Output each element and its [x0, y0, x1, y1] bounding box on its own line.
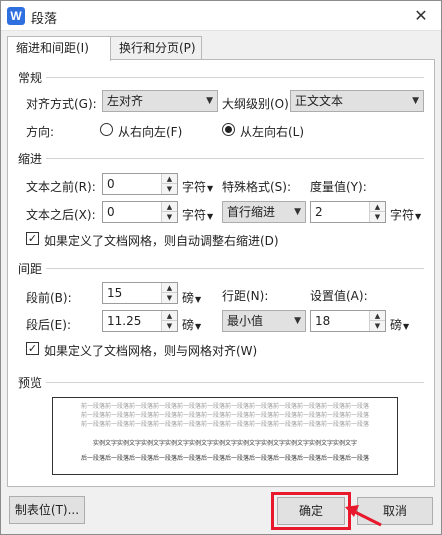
- spin-down-icon[interactable]: ▼: [370, 212, 385, 222]
- ok-highlight-box: [271, 492, 351, 530]
- caret-down-icon: ▼: [195, 295, 202, 304]
- space-before-stepper[interactable]: 15 ▲ ▼: [102, 282, 178, 304]
- dialog-title: 段落: [31, 12, 58, 27]
- caret-down-icon: ▼: [207, 212, 214, 221]
- preview-prev-line: 前一段落前一段落前一段落前一段落前一段落前一段落前一段落前一段落前一段落前一段落…: [80, 421, 369, 428]
- section-divider: [18, 268, 424, 269]
- ltr-label[interactable]: 从左向右(L): [240, 123, 304, 140]
- direction-label: 方向:: [26, 125, 55, 139]
- section-indent-heading: 缩进: [18, 150, 47, 167]
- spin-down-icon[interactable]: ▼: [162, 293, 177, 303]
- outline-level-select[interactable]: 正文文本 ▼: [290, 90, 424, 112]
- space-after-label: 段后(E):: [26, 318, 71, 332]
- section-divider: [18, 77, 424, 78]
- spin-down-icon[interactable]: ▼: [162, 212, 177, 222]
- ltr-radio[interactable]: [222, 123, 235, 136]
- indent-after-unit[interactable]: 字符▼: [182, 206, 213, 223]
- indent-before-unit[interactable]: 字符▼: [182, 178, 213, 195]
- caret-down-icon: ▼: [207, 184, 214, 193]
- align-label: 对齐方式(G):: [26, 97, 97, 111]
- auto-adjust-label[interactable]: 如果定义了文档网格，则自动调整右缩进(D): [44, 232, 279, 249]
- setting-value: 18: [315, 314, 331, 328]
- chevron-down-icon: ▼: [294, 316, 301, 326]
- indent-before-stepper[interactable]: 0 ▲ ▼: [102, 173, 178, 195]
- setting-unit[interactable]: 磅▼: [390, 316, 409, 333]
- tab-stops-button[interactable]: 制表位(T)...: [9, 496, 85, 524]
- section-divider: [18, 382, 424, 383]
- outline-level-label: 大纲级别(O):: [222, 97, 293, 111]
- section-preview-heading: 预览: [18, 374, 47, 391]
- special-format-value: 首行缩进: [227, 205, 276, 219]
- grid-align-checkbox[interactable]: ✓: [26, 342, 39, 355]
- align-select[interactable]: 左对齐 ▼: [102, 90, 218, 112]
- special-format-label: 特殊格式(S):: [222, 180, 292, 194]
- auto-adjust-checkbox[interactable]: ✓: [26, 232, 39, 245]
- preview-prev-line: 前一段落前一段落前一段落前一段落前一段落前一段落前一段落前一段落前一段落前一段落…: [80, 412, 369, 419]
- measure-label: 度量值(Y):: [310, 180, 367, 194]
- line-spacing-select[interactable]: 最小值 ▼: [222, 310, 306, 332]
- caret-down-icon: ▼: [403, 322, 410, 331]
- line-spacing-value: 最小值: [227, 314, 264, 328]
- paragraph-dialog: W 段落 ✕ 缩进和间距(I) 换行和分页(P) 常规 对齐方式(G): 左对齐…: [0, 0, 442, 535]
- indent-before-label: 文本之前(R):: [26, 180, 96, 194]
- chevron-down-icon: ▼: [412, 96, 419, 106]
- indent-after-label: 文本之后(X):: [26, 208, 96, 222]
- spin-up-icon[interactable]: ▲: [370, 202, 385, 212]
- space-before-unit[interactable]: 磅▼: [182, 289, 201, 306]
- measure-stepper[interactable]: 2 ▲ ▼: [310, 201, 386, 223]
- preview-next-line: 后一段落后一段落后一段落后一段落后一段落后一段落后一段落后一段落后一段落后一段落…: [80, 455, 369, 462]
- spin-down-icon[interactable]: ▼: [162, 321, 177, 331]
- close-button[interactable]: ✕: [401, 1, 441, 31]
- outline-level-value: 正文文本: [295, 94, 344, 108]
- tab-line-page-breaks[interactable]: 换行和分页(P): [110, 36, 202, 60]
- chevron-down-icon: ▼: [294, 207, 301, 217]
- rtl-label[interactable]: 从右向左(F): [118, 123, 182, 140]
- preview-sample-line: 实例文字实例文字实例文字实例文字实例文字实例文字实例文字实例文字实例文字实例文字…: [92, 440, 357, 447]
- spin-down-icon[interactable]: ▼: [162, 184, 177, 194]
- grid-align-label[interactable]: 如果定义了文档网格，则与网格对齐(W): [44, 342, 257, 359]
- tab-panel: 常规 对齐方式(G): 左对齐 ▼ 大纲级别(O): 正文文本 ▼ 方向: 从右…: [7, 59, 435, 487]
- title-bar: W 段落 ✕: [1, 1, 441, 31]
- measure-value: 2: [315, 205, 323, 219]
- red-arrow-icon: [345, 505, 382, 527]
- chevron-down-icon: ▼: [206, 96, 213, 106]
- space-before-value: 15: [107, 286, 123, 300]
- setting-stepper[interactable]: 18 ▲ ▼: [310, 310, 386, 332]
- spin-down-icon[interactable]: ▼: [370, 321, 385, 331]
- align-value: 左对齐: [107, 94, 144, 108]
- spin-up-icon[interactable]: ▲: [162, 283, 177, 293]
- section-general-heading: 常规: [18, 69, 47, 86]
- preview-box: 前一段落前一段落前一段落前一段落前一段落前一段落前一段落前一段落前一段落前一段落…: [52, 397, 398, 475]
- section-spacing-heading: 间距: [18, 260, 47, 277]
- space-after-value: 11.25: [107, 314, 142, 328]
- spin-up-icon[interactable]: ▲: [162, 202, 177, 212]
- rtl-radio[interactable]: [100, 123, 113, 136]
- setting-label: 设置值(A):: [310, 289, 368, 303]
- space-before-label: 段前(B):: [26, 291, 72, 305]
- space-after-stepper[interactable]: 11.25 ▲ ▼: [102, 310, 178, 332]
- special-format-select[interactable]: 首行缩进 ▼: [222, 201, 306, 223]
- caret-down-icon: ▼: [415, 212, 422, 221]
- space-after-unit[interactable]: 磅▼: [182, 316, 201, 333]
- tab-indent-spacing[interactable]: 缩进和间距(I): [7, 36, 111, 61]
- caret-down-icon: ▼: [195, 322, 202, 331]
- indent-after-value: 0: [107, 205, 115, 219]
- indent-before-value: 0: [107, 177, 115, 191]
- line-spacing-label: 行距(N):: [222, 289, 269, 303]
- wps-writer-icon: W: [7, 7, 25, 25]
- measure-unit[interactable]: 字符▼: [390, 206, 421, 223]
- spin-up-icon[interactable]: ▲: [370, 311, 385, 321]
- spin-up-icon[interactable]: ▲: [162, 311, 177, 321]
- indent-after-stepper[interactable]: 0 ▲ ▼: [102, 201, 178, 223]
- preview-prev-line: 前一段落前一段落前一段落前一段落前一段落前一段落前一段落前一段落前一段落前一段落…: [80, 403, 369, 410]
- spin-up-icon[interactable]: ▲: [162, 174, 177, 184]
- section-divider: [18, 158, 424, 159]
